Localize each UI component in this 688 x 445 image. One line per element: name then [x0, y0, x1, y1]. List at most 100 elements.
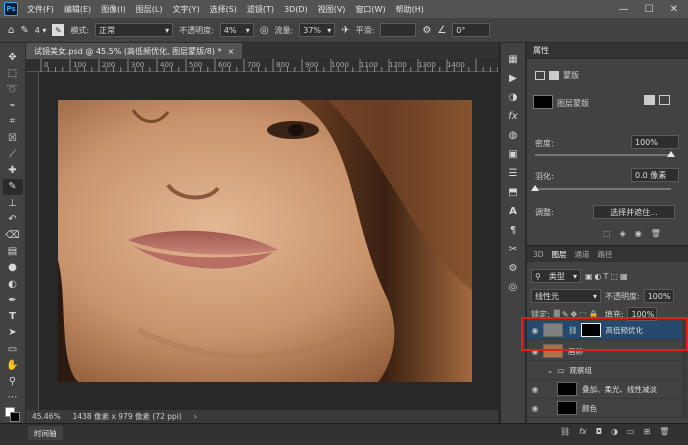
tab-channels[interactable]: 通道 [575, 249, 590, 260]
brush-settings-icon[interactable]: ✎ [52, 24, 65, 36]
eye-icon[interactable]: ◉ [527, 404, 543, 413]
healing-brush-tool-icon[interactable]: ✚ [3, 163, 23, 179]
layer-row[interactable]: ◉ 颜色 [527, 399, 682, 418]
character-panel-icon[interactable]: A [504, 203, 522, 219]
history-brush-tool-icon[interactable]: ↶ [3, 211, 23, 227]
zoom-tool-icon[interactable]: ⚲ [3, 373, 23, 389]
brush-tool-icon[interactable]: ✎ [2, 178, 23, 195]
eraser-tool-icon[interactable]: ⌫ [3, 227, 23, 243]
home-icon[interactable]: ⌂ [8, 25, 14, 36]
mask-thumbnail[interactable] [533, 95, 553, 109]
mask-icon[interactable] [549, 71, 559, 80]
gear-icon[interactable]: ⚙ [422, 25, 431, 36]
maximize-button[interactable]: ☐ [645, 4, 654, 15]
fill-input[interactable]: 100% [627, 307, 658, 321]
density-input[interactable]: 100% [631, 135, 679, 149]
adjustments-panel-icon[interactable]: ◑ [504, 89, 522, 105]
canvas-area[interactable] [39, 72, 498, 410]
menu-filter[interactable]: 滤镜(T) [242, 4, 279, 15]
pen-tool-icon[interactable]: ✒ [3, 292, 23, 308]
layer-row[interactable]: ◉ 画卯 [527, 342, 682, 361]
image-icon[interactable] [535, 71, 545, 80]
menu-select[interactable]: 选择(S) [205, 4, 242, 15]
portrait-photo[interactable] [58, 100, 472, 382]
3d-panel-icon[interactable]: ⚙ [504, 260, 522, 276]
crop-tool-icon[interactable]: ⌗ [3, 114, 23, 130]
new-layer-icon[interactable]: ⊞ [644, 427, 651, 436]
menu-image[interactable]: 图像(I) [96, 4, 131, 15]
select-and-mask-button[interactable]: 选择并遮住... [593, 205, 675, 219]
eye-icon[interactable]: ◉ [527, 385, 543, 394]
menu-help[interactable]: 帮助(H) [391, 4, 429, 15]
channels-panel-icon[interactable]: ◎ [504, 279, 522, 295]
density-slider-knob[interactable] [667, 151, 675, 157]
menu-window[interactable]: 窗口(W) [350, 4, 390, 15]
load-selection-icon[interactable]: ⬚ [603, 229, 611, 238]
tab-3d[interactable]: 3D [533, 250, 544, 259]
trash-icon[interactable]: 🗑 [659, 427, 669, 436]
history-panel-icon[interactable]: ▦ [504, 51, 522, 67]
pressure-opacity-icon[interactable]: ◎ [260, 25, 269, 36]
apply-mask-icon[interactable]: ◈ [620, 229, 626, 238]
link-layers-icon[interactable]: ⛓ [560, 427, 570, 436]
smooth-input[interactable] [380, 23, 417, 37]
adjustment-layer-icon[interactable]: ◑ [611, 427, 618, 436]
mode-select[interactable]: 正常 ▾ [95, 23, 174, 37]
move-tool-icon[interactable]: ✥ [3, 49, 23, 65]
quick-select-tool-icon[interactable]: ⌁ [3, 98, 23, 114]
stamp-tool-icon[interactable]: ⊥ [3, 195, 23, 211]
link-icon[interactable]: ⛓ [568, 326, 578, 335]
gradient-tool-icon[interactable]: ▤ [3, 244, 23, 260]
marquee-tool-icon[interactable]: ⬚ [3, 65, 23, 81]
shape-tool-icon[interactable]: ▭ [3, 341, 23, 357]
timeline-tab[interactable]: 时间轴 [28, 426, 63, 440]
eye-icon[interactable]: ◉ [527, 347, 543, 356]
background-color-swatch[interactable] [9, 411, 20, 422]
chevron-down-icon[interactable]: ⌄ [547, 366, 553, 375]
document-tab[interactable]: 试镜美女.psd @ 45.5% (高低频优化, 图层蒙版/8) * × [26, 43, 243, 59]
feather-slider-track[interactable] [535, 188, 671, 190]
trash-icon[interactable]: 🗑 [651, 229, 661, 238]
color-swatches[interactable] [3, 406, 23, 423]
airbrush-icon[interactable]: ✈ [341, 25, 349, 36]
close-tab-icon[interactable]: × [228, 47, 235, 56]
menu-file[interactable]: 文件(F) [22, 4, 59, 15]
layer-row-selected[interactable]: ◉ ⛓ 高低频优化 [527, 321, 682, 340]
fx-icon[interactable]: fx [504, 108, 522, 124]
add-mask-icon[interactable]: ◘ [596, 427, 602, 436]
hand-tool-icon[interactable]: ✋ [3, 357, 23, 373]
frame-tool-icon[interactable]: ☒ [3, 130, 23, 146]
layer-group-row[interactable]: ⌄ ▭ 观察组 [527, 361, 682, 380]
menu-view[interactable]: 视图(V) [313, 4, 351, 15]
fx-icon[interactable]: fx [579, 427, 587, 436]
brush-tool-icon[interactable]: ✎ [20, 25, 28, 36]
type-tool-icon[interactable]: T [3, 309, 23, 325]
layer-filter-icons[interactable]: ▣◐T⬚▦ [585, 272, 630, 281]
menu-layer[interactable]: 图层(L) [131, 4, 168, 15]
feather-slider-knob[interactable] [531, 185, 539, 191]
menu-3d[interactable]: 3D(D) [279, 5, 313, 14]
close-window-button[interactable]: ✕ [670, 4, 678, 15]
tools-preset-icon[interactable]: ✂ [504, 241, 522, 257]
feather-input[interactable]: 0.0 像素 [631, 168, 679, 182]
brush-preset-picker[interactable]: 4 ▾ [35, 26, 47, 35]
opacity-input[interactable]: 4% ▾ [219, 23, 254, 37]
visibility-icon[interactable]: ◉ [635, 229, 642, 238]
tab-layers[interactable]: 图层 [552, 249, 567, 260]
zoom-level[interactable]: 45.46% [32, 412, 61, 421]
density-slider-track[interactable] [535, 154, 671, 156]
flow-input[interactable]: 37% ▾ [299, 23, 336, 37]
blur-tool-icon[interactable]: ● [3, 260, 23, 276]
vector-mask-icon[interactable] [659, 95, 670, 105]
layer-opacity-input[interactable]: 100% [643, 289, 674, 303]
pixel-mask-icon[interactable] [644, 95, 655, 105]
swatches-panel-icon[interactable]: ▣ [504, 146, 522, 162]
paragraph-panel-icon[interactable]: ¶ [504, 222, 522, 238]
lasso-tool-icon[interactable]: ➰ [3, 81, 23, 97]
styles-panel-icon[interactable]: ◍ [504, 127, 522, 143]
status-arrow-icon[interactable]: › [194, 412, 197, 421]
path-select-tool-icon[interactable]: ➤ [3, 325, 23, 341]
play-actions-icon[interactable]: ▶ [504, 70, 522, 86]
menu-type[interactable]: 文字(Y) [167, 4, 204, 15]
minimize-button[interactable]: — [619, 4, 629, 15]
